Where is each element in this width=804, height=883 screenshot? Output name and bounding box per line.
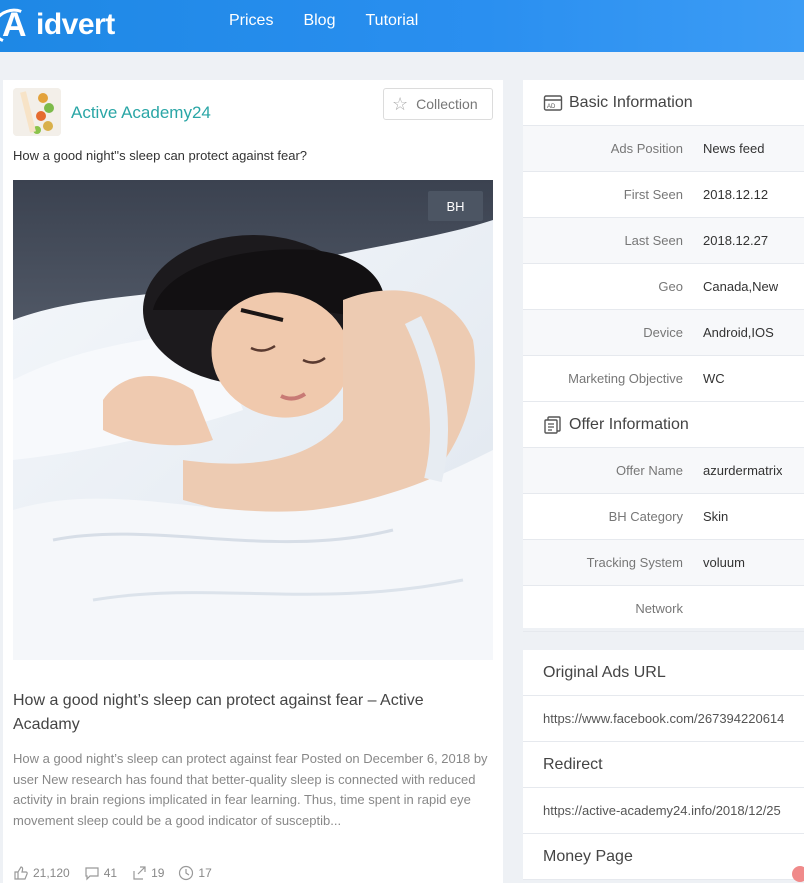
shares-count: 19 [151,866,165,880]
basic-info-row: First Seen 2018.12.12 [523,172,804,218]
offer-info-label: Network [635,601,683,616]
comment-icon [85,867,99,881]
advertiser-name[interactable]: Active Academy24 [71,103,211,123]
basic-info-title: Basic Information [569,93,693,111]
nav-tutorial[interactable]: Tutorial [365,12,418,30]
basic-info-label: Ads Position [610,141,683,156]
offer-info-label: Offer Name [616,463,683,478]
days-stat: 17 [178,865,212,881]
money-page-title: Money Page [523,834,804,880]
redirect-value[interactable]: https://active-academy24.info/2018/12/25 [523,788,804,834]
ad-image[interactable] [13,180,493,660]
thumbs-up-icon [14,866,28,880]
nav-blog[interactable]: Blog [303,12,335,30]
basic-info-row: Device Android,IOS [523,310,804,356]
floating-chat-button[interactable] [792,866,804,882]
basic-info-label: First Seen [623,187,683,202]
offer-info-title: Offer Information [569,415,689,433]
basic-info-label: Device [643,325,683,340]
share-icon [133,866,146,880]
offer-info-rows: Offer Name azurdermatrix BH Category Skin Tr… [523,448,804,632]
main-nav: Prices Blog Tutorial [229,12,418,30]
advertiser-avatar[interactable] [13,88,61,136]
basic-info-row: Geo Canada,New [523,264,804,310]
basic-info-header: AD Basic Information [523,80,804,126]
logo-letter: A [2,6,27,44]
original-url-box: Original Ads URL https://www.facebook.co… [523,650,804,880]
ad-headline: How a good night''s sleep can protect ag… [13,148,308,163]
basic-info-row: Marketing Objective WC [523,356,804,402]
logo-mark: A [0,3,38,49]
collection-label: Collection [416,96,478,112]
offer-info-value: voluum [703,555,745,570]
nav-prices[interactable]: Prices [229,12,273,30]
clock-icon [179,865,194,881]
info-panel: AD Basic Information Ads Position News fe… [523,80,804,632]
offer-info-row: BH Category Skin [523,494,804,540]
basic-info-value: WC [703,371,725,386]
ad-card: Active Academy24 ☆ Collection How a good… [3,80,503,883]
original-url-title: Original Ads URL [523,650,804,696]
basic-info-value: 2018.12.27 [703,233,769,248]
link-title[interactable]: How a good night’s sleep can protect aga… [13,689,483,737]
offer-info-label: Tracking System [586,555,683,570]
likes-stat: 21,120 [13,865,70,881]
shares-stat: 19 [131,865,164,881]
offer-info-row: Offer Name azurdermatrix [523,448,804,494]
basic-info-label: Marketing Objective [568,371,683,386]
offer-info-value: azurdermatrix [703,463,783,478]
basic-info-row: Ads Position News feed [523,126,804,172]
svg-text:AD: AD [547,104,556,110]
basic-info-value: News feed [703,141,765,156]
star-icon: ☆ [392,94,409,114]
offer-info-icon [544,415,561,434]
offer-info-value: Skin [703,509,729,524]
original-url-value[interactable]: https://www.facebook.com/267394220614 [523,696,804,742]
comments-stat: 41 [84,865,117,881]
ad-info-icon: AD [543,94,563,111]
logo[interactable]: A idvert [0,3,115,49]
basic-info-value: Android,IOS [703,325,774,340]
link-description: How a good night’s sleep can protect aga… [13,751,488,828]
logo-text: idvert [36,8,115,41]
likes-count: 21,120 [33,866,70,880]
basic-info-value: 2018.12.12 [703,187,769,202]
basic-info-label: Geo [658,279,683,294]
basic-info-rows: Ads Position News feed First Seen 2018.12.1… [523,126,804,402]
basic-info-value: Canada,New [703,279,779,294]
offer-info-label: BH Category [608,509,683,524]
collection-button[interactable]: ☆ Collection [383,88,493,120]
top-nav-bar: A idvert Prices Blog Tutorial [0,0,804,52]
basic-info-label: Last Seen [624,233,683,248]
bh-badge: BH [428,191,483,221]
offer-info-header: Offer Information [523,402,804,448]
offer-info-row: Tracking System voluum [523,540,804,586]
comments-count: 41 [103,866,118,880]
engagement-stats: 21,120 41 19 17 [13,865,212,881]
offer-info-row: Network [523,586,804,632]
basic-info-row: Last Seen 2018.12.27 [523,218,804,264]
redirect-title: Redirect [523,742,804,788]
days-count: 17 [198,866,212,880]
